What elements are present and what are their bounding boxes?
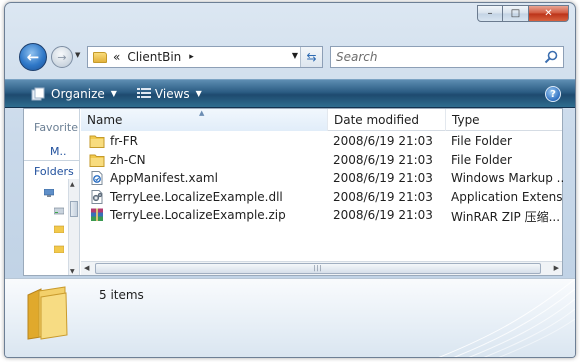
navigation-pane: Favorite l M.. Folders ▲ ▼	[24, 109, 80, 275]
nav-pane-scrollbar[interactable]: ▲ ▼	[68, 179, 79, 275]
breadcrumb-arrow-icon[interactable]: ▸	[189, 52, 194, 62]
file-name-cell: AppManifest.xaml	[89, 171, 329, 185]
file-list: fr-FR 2008/6/19 21:03 File Folder zh-CN …	[81, 133, 563, 226]
back-button[interactable]: ←	[19, 43, 47, 71]
file-date: 2008/6/19 21:03	[333, 171, 433, 185]
minimize-button[interactable]: –	[477, 5, 503, 22]
computer-icon[interactable]	[44, 189, 54, 197]
file-date: 2008/6/19 21:03	[333, 189, 433, 204]
file-type: Windows Markup ...	[451, 171, 563, 185]
folder-icon	[89, 154, 105, 167]
scroll-left-icon[interactable]: ◀	[84, 264, 89, 272]
file-type: WinRAR ZIP 压缩...	[451, 210, 561, 224]
help-button[interactable]: ?	[545, 86, 561, 102]
forward-arrow-icon: →	[57, 50, 67, 64]
scroll-thumb[interactable]	[70, 201, 78, 217]
address-overflow[interactable]: «	[113, 50, 120, 64]
search-box[interactable]	[330, 46, 564, 68]
views-icon	[136, 88, 151, 98]
winrar-zip-icon	[91, 208, 103, 221]
scroll-right-icon[interactable]: ▶	[554, 264, 559, 272]
sort-ascending-icon: ▲	[199, 109, 205, 117]
column-header-row: Name ▲ Date modified Type	[81, 109, 562, 131]
navigation-row: ← → ▼ « ClientBin ▸ ▼ ⇆	[5, 39, 575, 73]
file-type: Application Extens...	[451, 189, 563, 204]
decorative-swoosh	[438, 279, 575, 357]
folder-icon	[93, 51, 107, 63]
file-row[interactable]: AppManifest.xaml 2008/6/19 21:03 Windows…	[81, 170, 563, 189]
maximize-button[interactable]: □	[503, 5, 529, 22]
xaml-file-icon	[91, 171, 103, 185]
file-name: fr-FR	[110, 134, 138, 148]
column-type-label: Type	[452, 113, 480, 127]
favorite-links-heading: Favorite l	[34, 121, 80, 134]
column-date-label: Date modified	[334, 113, 420, 127]
file-row[interactable]: zh-CN 2008/6/19 21:03 File Folder	[81, 152, 562, 171]
file-date: 2008/6/19 21:03	[333, 208, 433, 222]
folder-icon[interactable]	[54, 225, 64, 233]
chevron-down-icon: ▼	[195, 89, 202, 98]
dll-file-icon	[91, 189, 103, 204]
folder-icon[interactable]	[54, 245, 64, 253]
file-name-cell: TerryLee.LocalizeExample.zip	[89, 208, 329, 222]
scroll-thumb[interactable]: |||	[95, 263, 541, 274]
scroll-up-icon[interactable]: ▲	[70, 181, 75, 188]
breadcrumb-clientbin[interactable]: ClientBin	[127, 50, 181, 64]
views-button[interactable]: Views ▼	[131, 80, 208, 107]
folder-icon	[89, 135, 105, 148]
file-name-cell: zh-CN	[89, 153, 329, 167]
scroll-down-icon[interactable]: ▼	[70, 268, 75, 275]
organize-label: Organize	[51, 86, 105, 101]
column-name-label: Name	[87, 113, 123, 127]
file-name: zh-CN	[110, 152, 146, 167]
file-name: TerryLee.LocalizeExample.zip	[110, 208, 286, 222]
search-icon[interactable]	[544, 50, 558, 64]
search-input[interactable]	[336, 50, 536, 64]
scroll-grip-icon: |||	[313, 265, 323, 272]
file-date: 2008/6/19 21:03	[333, 152, 433, 167]
column-header-type[interactable]: Type	[446, 109, 564, 131]
caption-buttons: – □ ✕	[477, 5, 569, 22]
file-type: File Folder	[451, 134, 512, 148]
views-label: Views	[154, 86, 190, 101]
recent-pages-dropdown[interactable]: ▼	[75, 51, 80, 59]
drive-icon[interactable]	[54, 207, 64, 215]
column-header-date-modified[interactable]: Date modified	[328, 109, 446, 131]
item-count: 5 items	[99, 288, 144, 302]
organize-icon	[31, 87, 45, 100]
address-bar[interactable]: « ClientBin ▸ ▼ ⇆	[87, 46, 323, 68]
refresh-icon: ⇆	[306, 50, 317, 64]
file-row[interactable]: fr-FR 2008/6/19 21:03 File Folder	[81, 133, 562, 152]
file-type: File Folder	[451, 152, 512, 167]
back-arrow-icon: ←	[26, 48, 40, 66]
folders-toggle[interactable]: Folders	[34, 165, 74, 178]
horizontal-scrollbar[interactable]: ◀ ||| ▶	[81, 261, 562, 275]
file-name: TerryLee.LocalizeExample.dll	[110, 189, 283, 204]
address-dropdown-icon[interactable]: ▼	[292, 51, 298, 60]
chevron-down-icon: ▼	[110, 89, 117, 98]
file-name-cell: TerryLee.LocalizeExample.dll	[89, 189, 329, 204]
file-name: AppManifest.xaml	[110, 171, 218, 185]
file-row[interactable]: TerryLee.LocalizeExample.zip 2008/6/19 2…	[81, 207, 562, 226]
explorer-window: – □ ✕ ← → ▼ « ClientBin ▸ ▼ ⇆ Search Org…	[4, 2, 576, 358]
forward-button[interactable]: →	[51, 46, 73, 68]
nav-divider	[24, 160, 79, 161]
file-list-pane: Name ▲ Date modified Type fr-FR 2008/6/1…	[81, 109, 563, 275]
refresh-button[interactable]: ⇆	[300, 47, 322, 67]
column-header-name[interactable]: Name ▲	[81, 109, 328, 131]
help-icon: ?	[550, 88, 556, 100]
organize-button[interactable]: Organize ▼	[25, 80, 123, 107]
close-button[interactable]: ✕	[529, 5, 569, 22]
folder-icon	[27, 286, 68, 340]
details-pane: 5 items	[5, 278, 575, 357]
content-area: Favorite l M.. Folders ▲ ▼ Name ▲ Date m…	[23, 108, 563, 276]
command-bar: Organize ▼ Views ▼ ?	[5, 79, 575, 108]
file-row[interactable]: TerryLee.LocalizeExample.dll 2008/6/19 2…	[81, 189, 563, 208]
file-name-cell: fr-FR	[89, 134, 329, 148]
favorite-link-item[interactable]: M..	[50, 145, 66, 158]
file-date: 2008/6/19 21:03	[333, 134, 433, 148]
